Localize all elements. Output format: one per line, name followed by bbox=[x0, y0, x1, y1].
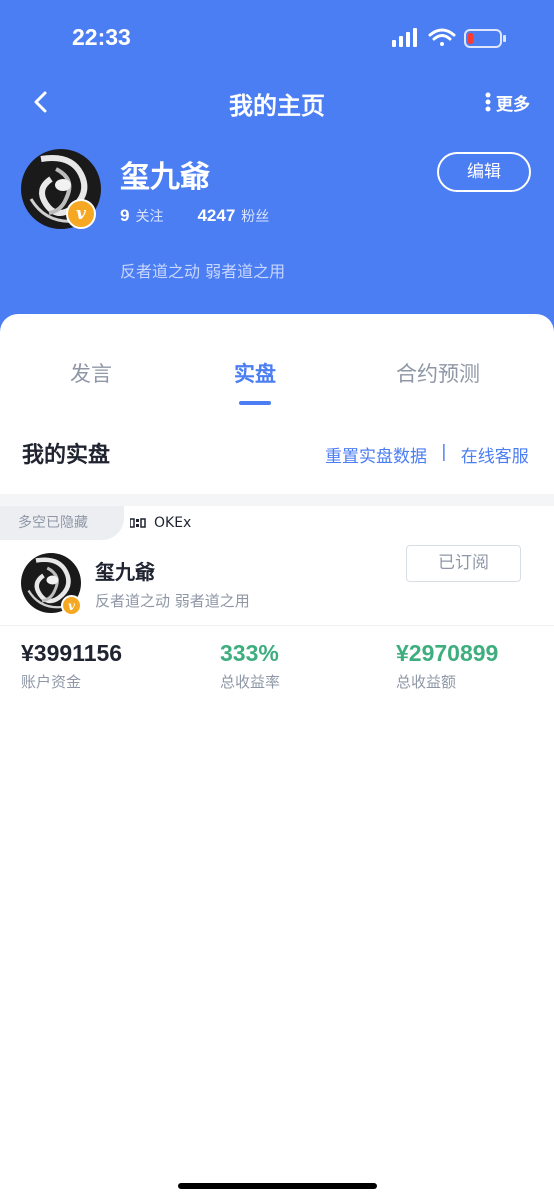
tab-contract-prediction[interactable]: 合约预测 bbox=[396, 358, 480, 388]
exchange-info: OKEx bbox=[130, 515, 191, 531]
content-card: 发言 实盘 合约预测 我的实盘 重置实盘数据 | 在线客服 多空已隐藏 OKEx… bbox=[0, 314, 554, 1200]
metric-value: ¥2970899 bbox=[396, 640, 499, 666]
home-indicator[interactable] bbox=[178, 1183, 377, 1189]
reset-data-link[interactable]: 重置实盘数据 bbox=[325, 442, 427, 467]
tab-bar: 发言 实盘 合约预测 bbox=[0, 358, 554, 398]
tab-posts[interactable]: 发言 bbox=[70, 358, 112, 388]
link-separator: | bbox=[441, 442, 447, 462]
profile-bio: 反者道之动 弱者道之用 bbox=[120, 262, 286, 281]
metric-label: 总收益率 bbox=[220, 673, 281, 691]
exchange-name: OKEx bbox=[154, 515, 192, 531]
verified-badge-icon: v bbox=[66, 199, 96, 229]
section-title: 我的实盘 bbox=[22, 443, 111, 468]
profile-stats: 9 关注 4247 粉丝 bbox=[120, 206, 269, 226]
verified-badge-icon: v bbox=[61, 595, 82, 616]
more-label: 更多 bbox=[496, 94, 530, 115]
metric-total-return-rate: 333% 总收益率 bbox=[220, 640, 280, 692]
followers-label[interactable]: 粉丝 bbox=[241, 206, 269, 226]
battery-icon bbox=[464, 29, 506, 48]
divider bbox=[0, 625, 554, 626]
profile-name: 玺九爺 bbox=[120, 160, 210, 195]
metric-account-funds: ¥3991156 账户资金 bbox=[21, 640, 122, 692]
section-divider bbox=[0, 494, 554, 506]
followers-count[interactable]: 4247 bbox=[197, 206, 235, 226]
trader-bio: 反者道之动 弱者道之用 bbox=[95, 592, 250, 610]
metric-value: 333% bbox=[220, 640, 279, 666]
online-service-link[interactable]: 在线客服 bbox=[461, 442, 529, 467]
trader-name[interactable]: 玺九爺 bbox=[95, 556, 155, 585]
more-button[interactable]: 更多 bbox=[484, 88, 530, 116]
section-links: 重置实盘数据 | 在线客服 bbox=[325, 442, 529, 467]
metric-value: ¥3991156 bbox=[21, 640, 123, 666]
hidden-positions-tag: 多空已隐藏 bbox=[0, 506, 124, 540]
page-title: 我的主页 bbox=[229, 92, 325, 120]
okex-logo-icon bbox=[130, 518, 146, 528]
subscribed-button[interactable]: 已订阅 bbox=[406, 545, 521, 582]
following-count[interactable]: 9 bbox=[120, 206, 129, 226]
signal-icon bbox=[392, 28, 417, 47]
more-dots-icon bbox=[485, 92, 491, 112]
tab-indicator bbox=[239, 401, 271, 405]
wifi-icon bbox=[428, 28, 456, 46]
metric-label: 账户资金 bbox=[21, 673, 82, 691]
status-icons bbox=[392, 28, 506, 48]
following-label[interactable]: 关注 bbox=[135, 206, 163, 226]
status-time: 22:33 bbox=[72, 24, 131, 50]
edit-profile-button[interactable]: 编辑 bbox=[437, 152, 531, 192]
metric-total-return-amount: ¥2970899 总收益额 bbox=[396, 640, 498, 692]
metric-label: 总收益额 bbox=[396, 673, 457, 691]
tab-live-trading[interactable]: 实盘 bbox=[234, 358, 276, 388]
